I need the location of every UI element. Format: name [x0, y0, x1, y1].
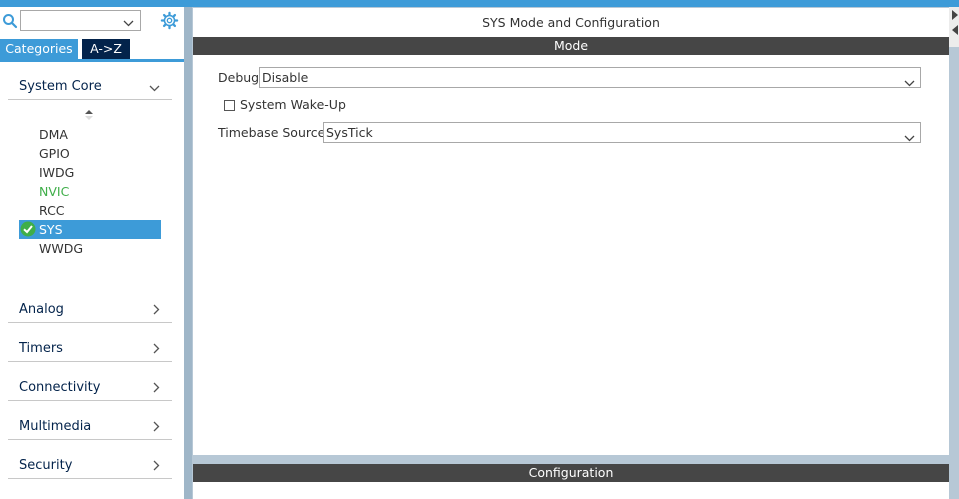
category-label: Security — [19, 458, 73, 473]
list-item-dma[interactable]: DMA — [19, 125, 161, 144]
scroll-up-icon[interactable] — [84, 109, 94, 124]
chevron-down-icon[interactable] — [149, 81, 160, 95]
main-area: SYS Mode and Configuration Mode Debug Di… — [192, 7, 959, 499]
panel-splitter-handle[interactable] — [949, 7, 959, 47]
category-label: Analog — [19, 302, 64, 317]
item-label: SYS — [39, 222, 63, 237]
debug-select[interactable]: Disable — [259, 67, 921, 88]
category-label: System Core — [19, 79, 102, 94]
category-label: Multimedia — [19, 419, 92, 434]
list-item-iwdg[interactable]: IWDG — [19, 163, 161, 182]
tabs-underline — [0, 59, 184, 62]
tab-categories[interactable]: Categories — [0, 39, 78, 59]
chevron-down-icon[interactable] — [904, 128, 915, 147]
page-title: SYS Mode and Configuration — [482, 15, 660, 30]
gear-icon[interactable] — [160, 11, 179, 30]
search-icon[interactable] — [2, 13, 18, 29]
category-analog[interactable]: Analog — [8, 296, 172, 323]
chevron-right-icon[interactable] — [153, 460, 160, 474]
category-multimedia[interactable]: Multimedia — [8, 413, 172, 440]
category-security[interactable]: Security — [8, 452, 172, 479]
item-label: WWDG — [39, 241, 84, 256]
chevron-right-icon[interactable] — [153, 304, 160, 318]
list-item-nvic[interactable]: NVIC — [19, 182, 161, 201]
category-label: Timers — [19, 341, 63, 356]
category-label: Connectivity — [19, 380, 101, 395]
top-accent-bar — [0, 0, 959, 7]
wakeup-label: System Wake-Up — [240, 97, 346, 112]
list-item-gpio[interactable]: GPIO — [19, 144, 161, 163]
chevron-right-icon[interactable] — [153, 421, 160, 435]
sidebar-splitter[interactable] — [184, 7, 192, 499]
sidebar: Categories A->Z System Core DMA GPIO IWD… — [0, 7, 184, 499]
configuration-panel: Configuration — [193, 464, 949, 499]
item-label: RCC — [39, 203, 65, 218]
mode-panel: SYS Mode and Configuration Mode Debug Di… — [193, 8, 949, 455]
debug-value: Disable — [262, 70, 309, 85]
wakeup-checkbox[interactable] — [224, 100, 235, 111]
list-item-rcc[interactable]: RCC — [19, 201, 161, 220]
configuration-section-header[interactable]: Configuration — [193, 464, 949, 482]
search-input[interactable] — [20, 10, 141, 31]
list-item-wwdg[interactable]: WWDG — [19, 239, 161, 258]
item-label: IWDG — [39, 165, 75, 180]
chevron-down-icon[interactable] — [904, 73, 915, 92]
tab-a-to-z[interactable]: A->Z — [82, 39, 130, 59]
category-system-core[interactable]: System Core — [8, 73, 172, 100]
category-connectivity[interactable]: Connectivity — [8, 374, 172, 401]
item-label: NVIC — [39, 184, 70, 199]
timebase-select[interactable]: SysTick — [323, 122, 921, 143]
mode-section-header[interactable]: Mode — [193, 37, 949, 55]
item-label: GPIO — [39, 146, 70, 161]
chevron-right-icon[interactable] — [153, 382, 160, 396]
debug-label: Debug — [218, 70, 260, 85]
category-timers[interactable]: Timers — [8, 335, 172, 362]
timebase-label: Timebase Source — [218, 125, 326, 140]
list-item-sys[interactable]: SYS — [19, 220, 161, 239]
item-label: DMA — [39, 127, 68, 142]
check-circle-icon — [20, 221, 36, 237]
timebase-value: SysTick — [326, 125, 373, 140]
chevron-down-icon[interactable] — [123, 16, 134, 30]
chevron-right-icon[interactable] — [153, 343, 160, 357]
